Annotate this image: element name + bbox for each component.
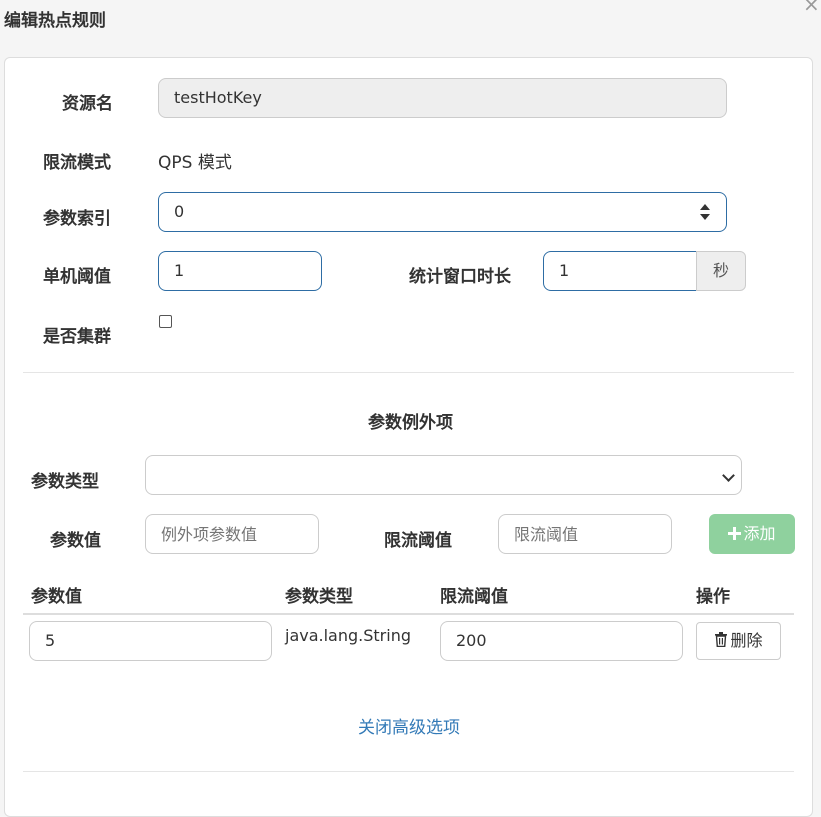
row-limit-input[interactable]: 200 (440, 621, 683, 661)
row-type-text: java.lang.String (285, 626, 411, 645)
number-spinner-icon[interactable] (700, 203, 710, 221)
chevron-down-icon (722, 469, 735, 482)
exception-type-label: 参数类型 (31, 472, 99, 492)
window-label: 统计窗口时长 (409, 267, 511, 287)
add-exception-button[interactable]: 添加 (709, 514, 795, 554)
resource-name-field: testHotKey (158, 78, 727, 118)
window-duration-field[interactable]: 1 (543, 251, 697, 291)
mode-label: 限流模式 (43, 153, 111, 173)
cluster-label: 是否集群 (43, 327, 111, 347)
param-index-value: 0 (174, 202, 185, 221)
table-header-divider (23, 613, 794, 615)
param-index-label: 参数索引 (43, 209, 111, 229)
window-unit-addon: 秒 (696, 251, 746, 291)
delete-button-label: 删除 (730, 631, 763, 650)
exception-limit-input[interactable] (498, 514, 672, 554)
param-index-field[interactable]: 0 (158, 192, 727, 232)
trash-icon (714, 624, 728, 660)
divider (23, 372, 794, 373)
threshold-field[interactable]: 1 (158, 251, 322, 291)
add-button-label: 添加 (743, 524, 776, 543)
table-header-type: 参数类型 (285, 587, 353, 607)
exception-type-select[interactable] (145, 455, 742, 495)
exceptions-section-title: 参数例外项 (368, 413, 453, 433)
exception-value-input[interactable] (145, 514, 319, 554)
mode-value: QPS 模式 (158, 153, 232, 173)
exception-value-label: 参数值 (50, 531, 101, 551)
table-header-action: 操作 (696, 587, 730, 607)
dialog-title: 编辑热点规则 (4, 11, 106, 31)
rule-form-panel (4, 57, 813, 817)
table-header-value: 参数值 (31, 587, 82, 607)
threshold-label: 单机阈值 (43, 267, 111, 287)
cluster-checkbox[interactable] (159, 315, 172, 328)
table-header-limit: 限流阈值 (440, 587, 508, 607)
delete-row-button[interactable]: 删除 (696, 622, 781, 660)
row-value-input[interactable]: 5 (29, 621, 272, 661)
plus-icon (728, 516, 742, 554)
bottom-divider (23, 771, 794, 772)
close-advanced-options-link[interactable]: 关闭高级选项 (0, 713, 818, 738)
resource-label: 资源名 (62, 94, 113, 114)
exception-limit-label: 限流阈值 (384, 531, 452, 551)
close-icon[interactable]: × (803, 0, 820, 16)
